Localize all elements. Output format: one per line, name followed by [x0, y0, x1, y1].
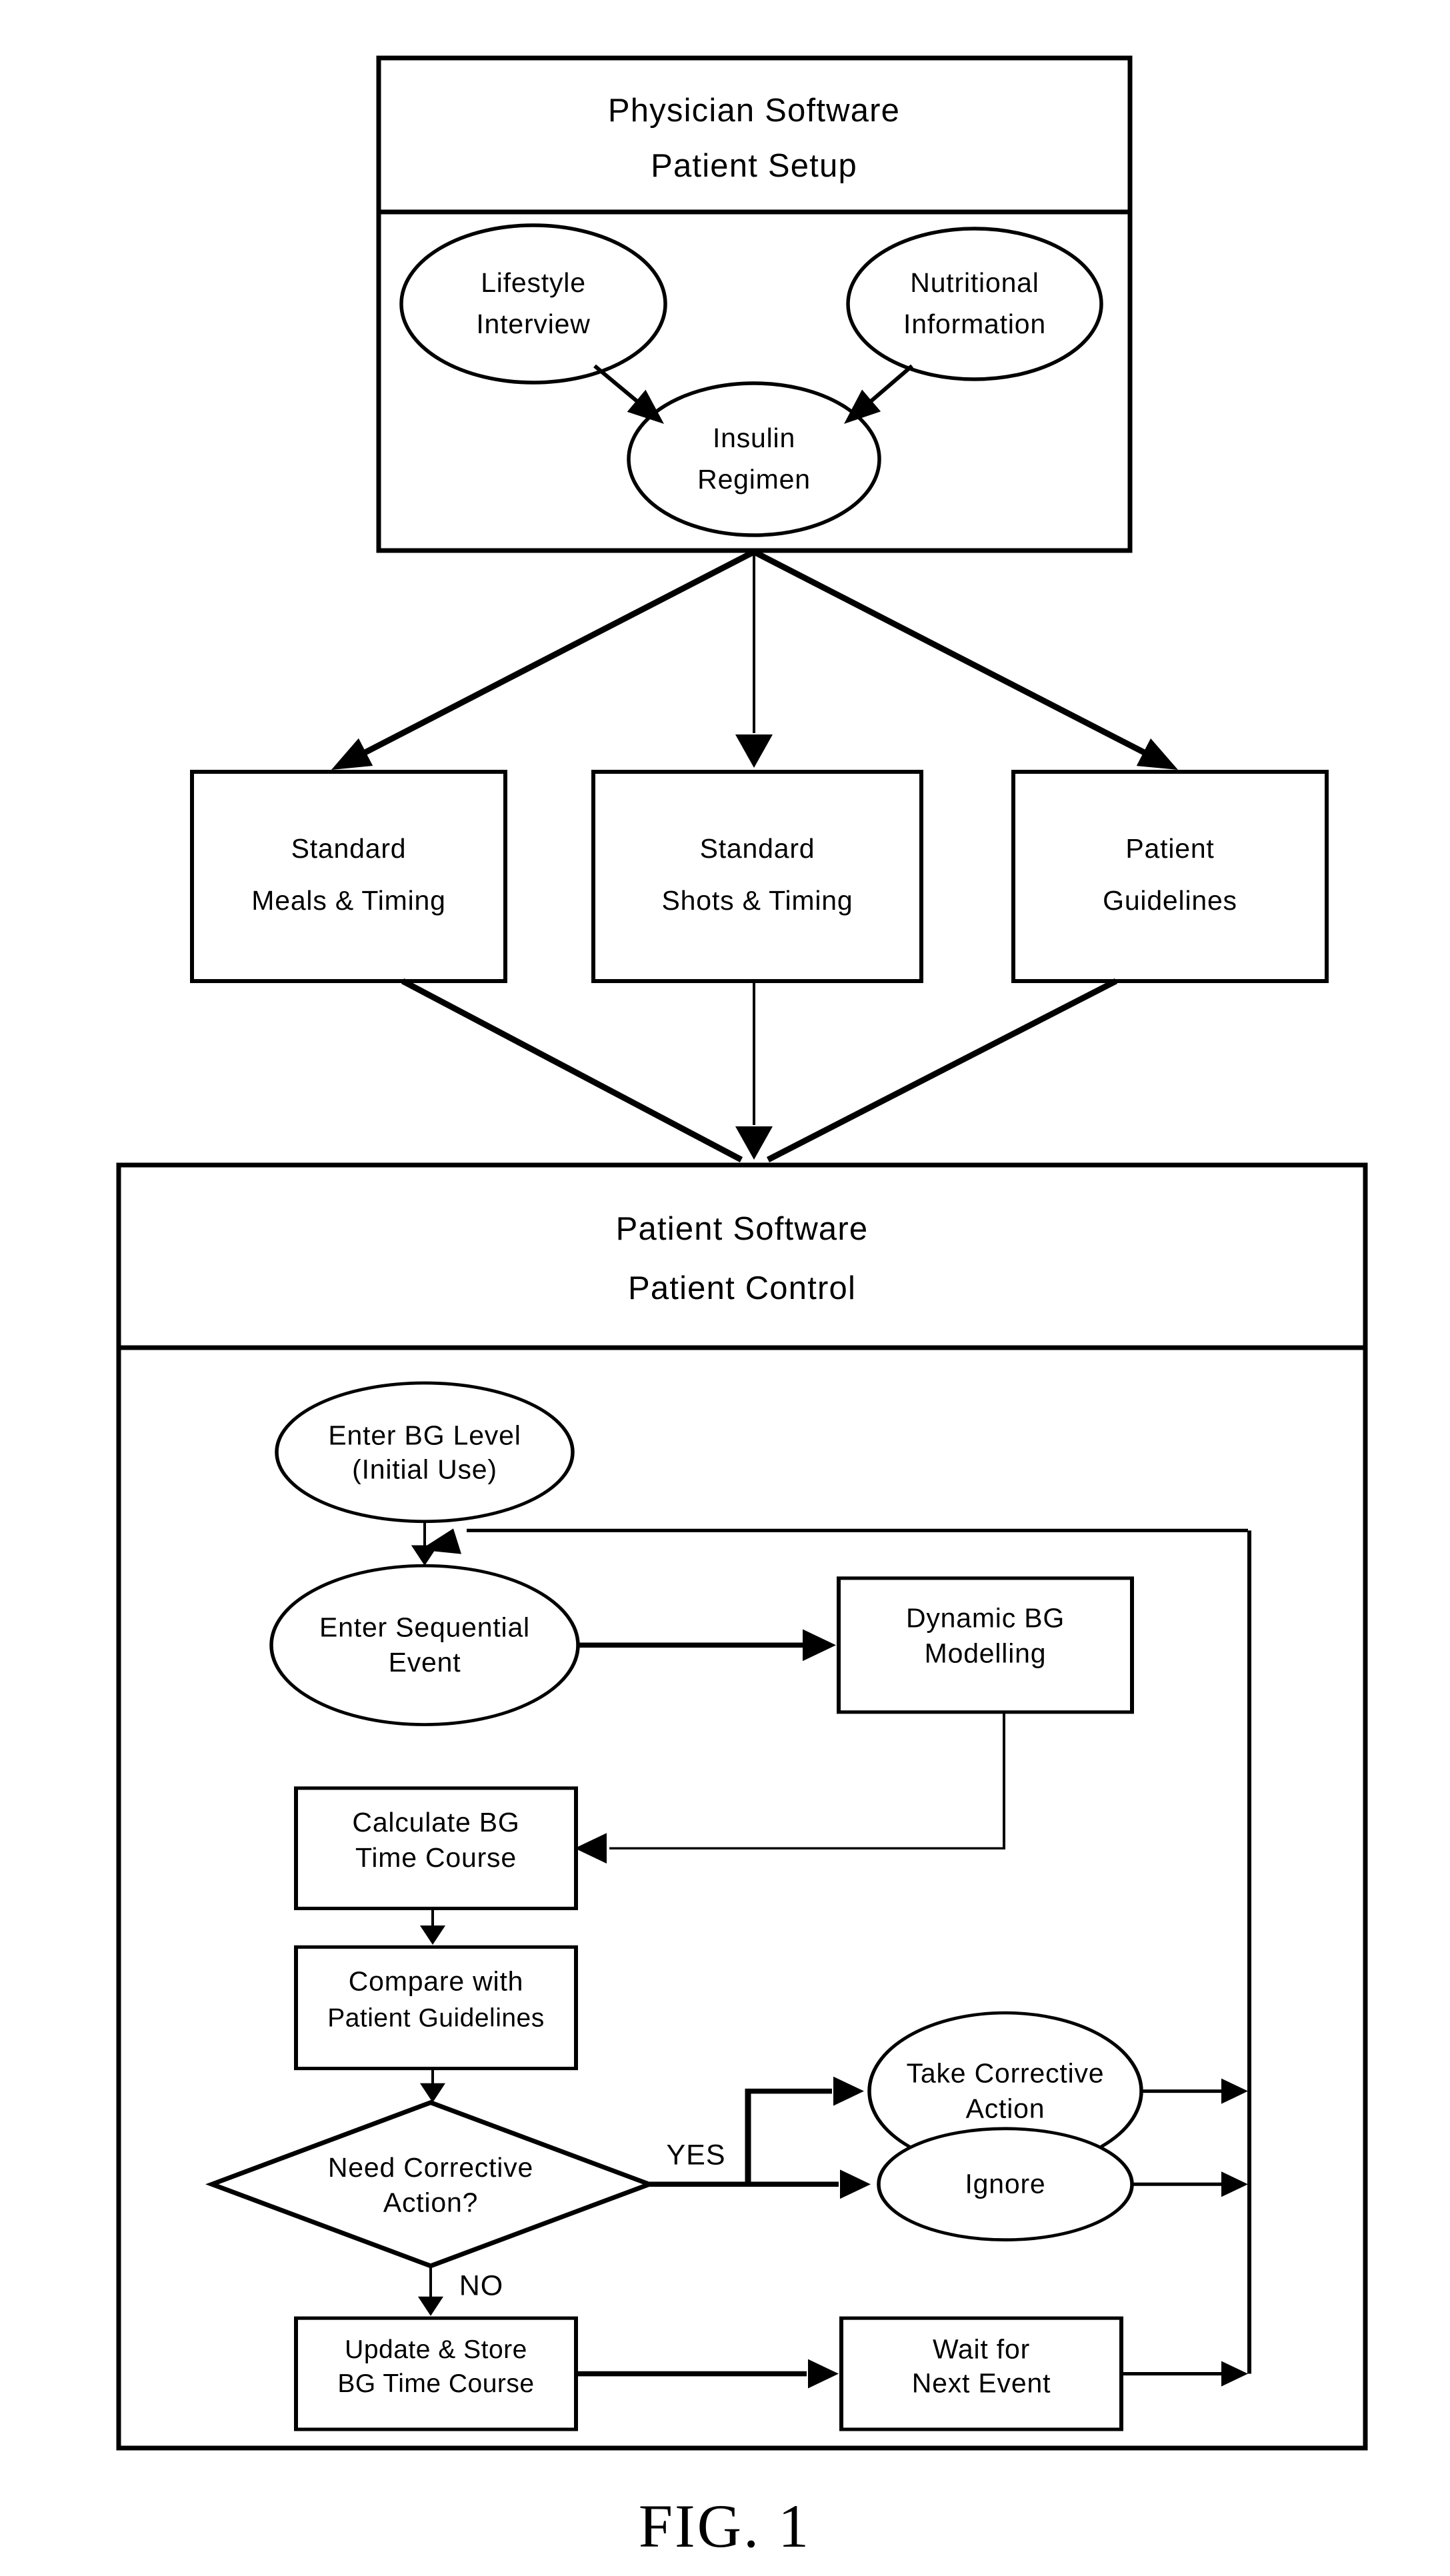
nutritional-information-ellipse[interactable]	[846, 227, 1103, 381]
connector-setup-to-meals	[354, 549, 756, 760]
ignore-label: Ignore	[965, 2169, 1045, 2199]
take-corrective-action-line2: Action	[966, 2093, 1045, 2123]
standard-meals-timing-box[interactable]	[190, 770, 507, 983]
patent-figure-page: Physician Software Patient Setup Lifestyle…	[0, 0, 1450, 2576]
patient-panel-title-line2: Patient Control	[628, 1270, 856, 1306]
figure-caption: FIG. 1	[639, 2492, 811, 2560]
branch-label-yes: YES	[666, 2139, 725, 2171]
insulin-regimen-ellipse[interactable]	[627, 381, 881, 537]
enter-sequential-event-ellipse[interactable]	[269, 1564, 580, 1726]
need-corrective-action-line1: Need Corrective	[328, 2152, 533, 2183]
take-corrective-action-line1: Take Corrective	[907, 2058, 1105, 2089]
lifestyle-interview-ellipse[interactable]	[399, 223, 667, 385]
connector-setup-to-guidelines	[752, 549, 1155, 760]
wait-for-next-event-line2: Next Event	[912, 2367, 1051, 2398]
enter-sequential-event-line1: Enter Sequential	[319, 1612, 530, 1642]
update-store-bg-time-course-line1: Update & Store	[345, 2335, 527, 2364]
standard-shots-timing-line2: Shots & Timing	[662, 885, 853, 916]
lifestyle-interview-line1: Lifestyle	[481, 267, 586, 298]
standard-shots-timing-box[interactable]	[591, 770, 923, 983]
connector-setup-to-guidelines-head	[1136, 738, 1178, 770]
calculate-bg-time-course-line1: Calculate BG	[352, 1807, 519, 1838]
insulin-regimen-line2: Regimen	[697, 464, 811, 495]
standard-shots-timing-line1: Standard	[700, 833, 815, 864]
connector-setup-to-shots-head	[735, 734, 773, 768]
compare-with-patient-guidelines-line1: Compare with	[349, 1966, 524, 1997]
standard-meals-timing-line2: Meals & Timing	[251, 885, 445, 916]
patient-guidelines-line1: Patient	[1125, 833, 1214, 864]
patient-panel-title-line1: Patient Software	[616, 1211, 869, 1247]
nutritional-information-line2: Information	[903, 309, 1046, 339]
standard-meals-timing-line1: Standard	[291, 833, 407, 864]
patient-guidelines-box[interactable]	[1011, 770, 1329, 983]
calculate-bg-time-course-line2: Time Course	[355, 1842, 517, 1873]
enter-bg-level-ellipse[interactable]	[275, 1381, 575, 1524]
physician-panel-title-line2: Patient Setup	[651, 148, 857, 184]
enter-sequential-event-line2: Event	[389, 1647, 461, 1678]
wait-for-next-event-line1: Wait for	[933, 2333, 1030, 2364]
flowchart-diagram: Physician Software Patient Setup Lifestyle…	[116, 55, 1368, 2560]
dynamic-bg-modelling-line2: Modelling	[925, 1638, 1047, 1669]
dynamic-bg-modelling-line1: Dynamic BG	[906, 1603, 1065, 1634]
enter-bg-level-line1: Enter BG Level	[328, 1420, 521, 1451]
branch-label-no: NO	[459, 2270, 504, 2302]
insulin-regimen-line1: Insulin	[713, 423, 795, 453]
physician-panel-title-line1: Physician Software	[608, 93, 900, 129]
lifestyle-interview-line2: Interview	[476, 309, 590, 339]
update-store-bg-time-course-line2: BG Time Course	[337, 2369, 534, 2398]
nutritional-information-line1: Nutritional	[910, 267, 1039, 298]
connector-guidelines-to-control	[766, 978, 1118, 1163]
connector-shots-to-control-head	[735, 1126, 773, 1160]
compare-with-patient-guidelines-line2: Patient Guidelines	[327, 2004, 545, 2033]
patient-guidelines-line2: Guidelines	[1103, 885, 1237, 916]
need-corrective-action-line2: Action?	[383, 2187, 478, 2218]
connector-meals-to-control	[401, 978, 743, 1162]
enter-bg-level-line2: (Initial Use)	[352, 1454, 497, 1485]
connector-setup-to-meals-head	[331, 738, 373, 770]
